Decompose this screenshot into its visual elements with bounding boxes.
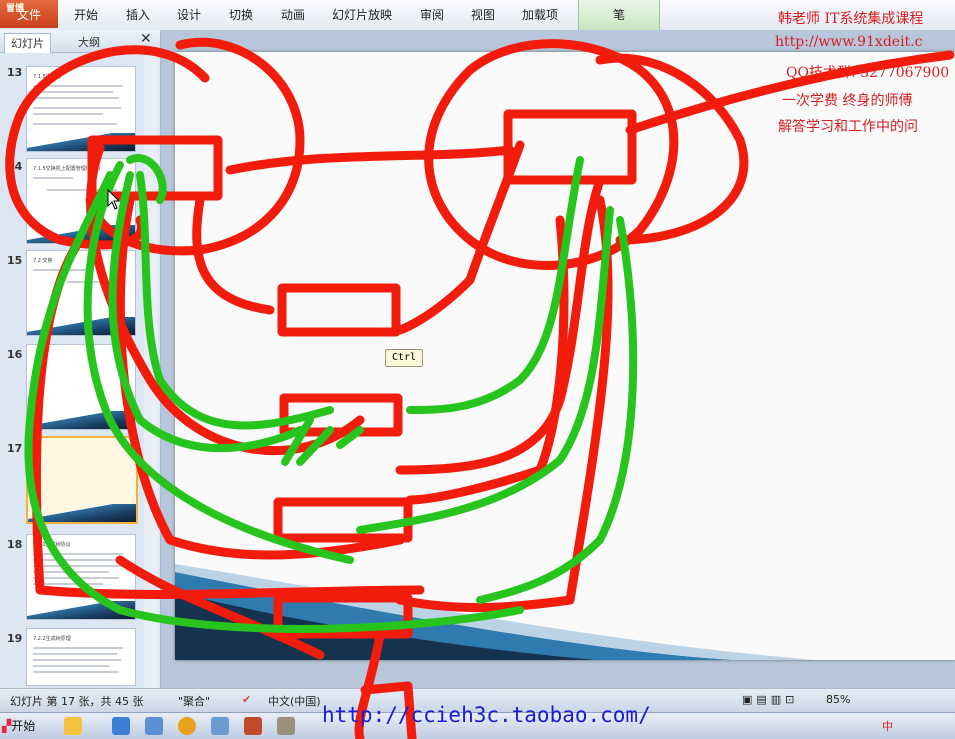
- slide-thumbnail-selected[interactable]: [26, 436, 138, 524]
- tab-view[interactable]: 视图: [471, 0, 495, 30]
- app-icon[interactable]: [211, 717, 229, 735]
- start-button[interactable]: ▞开始: [2, 715, 52, 738]
- thumb-number: 17: [7, 442, 23, 455]
- view-buttons[interactable]: ▣▤▥⊡: [742, 693, 798, 706]
- thumb-title: 7.1.5交换机上配置管理IP接口: [33, 166, 101, 172]
- tab-animations[interactable]: 动画: [281, 0, 305, 30]
- thumb-title: 7.2 交换: [33, 258, 53, 264]
- watermark-line: http://www.91xdeit.c: [775, 34, 923, 50]
- file-tab[interactable]: 冒博 文件: [0, 0, 58, 28]
- desktop-icon[interactable]: [145, 717, 163, 735]
- slide-thumbnail[interactable]: 7.2 交换: [26, 250, 136, 336]
- slide-background-swoosh: [175, 564, 815, 660]
- thumb-number: 15: [7, 254, 23, 267]
- ie-icon[interactable]: [112, 717, 130, 735]
- slide-thumbnail[interactable]: 7.2.1生成树协议: [26, 534, 136, 620]
- watermark-line: 一次学费 终身的师傅: [782, 93, 913, 109]
- watermark-line: QQ技术群: 3277067900: [786, 65, 950, 81]
- thumb-title: 7.1.5连接器: [33, 74, 61, 80]
- watermark-url: http://ccieh3c.taobao.com/: [322, 703, 651, 727]
- ime-indicator[interactable]: 中: [882, 718, 893, 734]
- panel-scrollbar[interactable]: [144, 52, 158, 688]
- panel-tabs: 幻灯片 大纲 ✕: [0, 30, 160, 53]
- tab-outline[interactable]: 大纲: [72, 33, 106, 52]
- slide-thumbnail[interactable]: [26, 344, 136, 430]
- tab-home[interactable]: 开始: [74, 0, 98, 30]
- powerpoint-window: 冒博 文件 开始 插入 设计 切换 动画 幻灯片放映 审阅 视图 加载项 笔 幻…: [0, 0, 955, 739]
- zoom-level[interactable]: 85%: [826, 693, 850, 706]
- thumb-number: 14: [7, 160, 23, 173]
- tab-insert[interactable]: 插入: [126, 0, 150, 30]
- thumb-title: 7.2.1生成树协议: [33, 542, 71, 548]
- current-slide[interactable]: [175, 52, 955, 660]
- thumb-title: 7.2.2生成树原理: [33, 636, 71, 642]
- slide-thumbnail[interactable]: 7.1.5连接器: [26, 66, 136, 152]
- language-indicator[interactable]: 中文(中国): [268, 693, 321, 709]
- start-label: 开始: [11, 719, 36, 733]
- qq-icon[interactable]: [64, 717, 82, 735]
- slides-panel: 幻灯片 大纲 ✕ 13 7.1.5连接器 14 7.1.5交换机上配置管理IP接…: [0, 30, 161, 688]
- slide-thumbnail[interactable]: 7.1.5交换机上配置管理IP接口: [26, 158, 136, 244]
- theme-name: "聚合": [178, 695, 211, 708]
- watermark-line: 解答学习和工作中的问: [778, 119, 918, 135]
- app-icon[interactable]: [277, 717, 295, 735]
- thumb-number: 19: [7, 632, 23, 645]
- tab-transitions[interactable]: 切换: [229, 0, 253, 30]
- spellcheck-icon[interactable]: ✔: [242, 693, 251, 706]
- tab-slideshow[interactable]: 幻灯片放映: [332, 0, 392, 30]
- thumb-number: 18: [7, 538, 23, 551]
- tab-design[interactable]: 设计: [177, 0, 201, 30]
- slide-counter: 幻灯片 第 17 张，共 45 张: [10, 695, 144, 708]
- watermark-line: 韩老师 IT系统集成课程: [778, 11, 924, 27]
- app-logo: 冒博: [6, 4, 25, 14]
- windows-logo-icon: ▞: [2, 719, 12, 733]
- tab-addins[interactable]: 加载项: [522, 0, 558, 30]
- tab-review[interactable]: 审阅: [420, 0, 444, 30]
- app-icon[interactable]: [244, 717, 262, 735]
- chrome-icon[interactable]: [178, 717, 196, 735]
- tab-slides[interactable]: 幻灯片: [4, 33, 51, 53]
- tab-pen[interactable]: 笔: [578, 0, 660, 30]
- thumb-number: 13: [7, 66, 23, 79]
- slide-thumbnail[interactable]: 7.2.2生成树原理: [26, 628, 136, 686]
- thumb-number: 16: [7, 348, 23, 361]
- close-icon[interactable]: ✕: [140, 31, 152, 47]
- ctrl-tooltip: Ctrl: [385, 349, 424, 367]
